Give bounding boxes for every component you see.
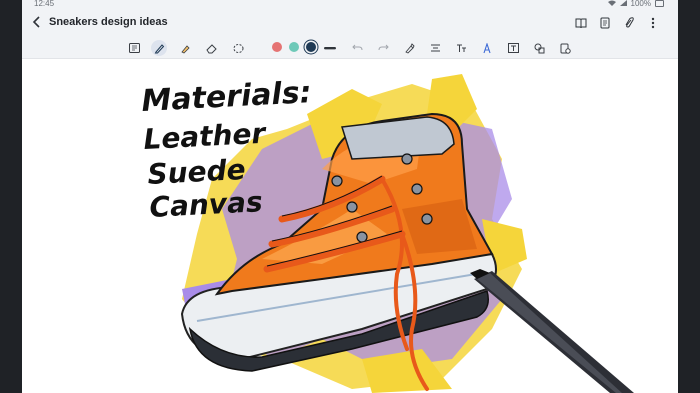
text-style-icon[interactable] bbox=[453, 40, 469, 56]
text-mode-icon[interactable] bbox=[126, 40, 142, 56]
drawing-toolbar bbox=[22, 36, 678, 59]
pen-thickness-icon[interactable] bbox=[322, 40, 338, 56]
app-actions bbox=[574, 16, 660, 30]
color-swatch-coral[interactable] bbox=[272, 42, 282, 52]
tablet-screen: 12:45 100% Sneakers design ideas Materia… bbox=[22, 0, 678, 393]
text-align-icon[interactable] bbox=[427, 40, 443, 56]
wifi-icon bbox=[607, 0, 616, 8]
color-swatch-teal[interactable] bbox=[289, 42, 299, 52]
handwriting-to-text-icon[interactable] bbox=[479, 40, 495, 56]
note-title: Sneakers design ideas bbox=[49, 16, 168, 28]
highlighter-icon[interactable] bbox=[177, 40, 193, 56]
device-bezel-left bbox=[0, 0, 22, 393]
note-line-leather: Leather bbox=[143, 117, 269, 156]
status-bar: 12:45 100% bbox=[22, 0, 678, 10]
eraser-icon[interactable] bbox=[203, 40, 219, 56]
shapes-icon[interactable] bbox=[531, 40, 547, 56]
page-settings-icon[interactable] bbox=[557, 40, 573, 56]
app-bar: Sneakers design ideas bbox=[22, 10, 678, 36]
note-line-canvas: Canvas bbox=[149, 185, 264, 224]
page-list-icon[interactable] bbox=[598, 16, 612, 30]
color-swatch-navy[interactable] bbox=[306, 42, 316, 52]
battery-percent: 100% bbox=[630, 0, 651, 8]
status-time: 12:45 bbox=[34, 0, 55, 8]
s-pen-stylus bbox=[470, 269, 634, 393]
redo-icon[interactable] bbox=[375, 40, 391, 56]
signal-icon bbox=[619, 0, 627, 8]
note-line-materials: Materials: bbox=[141, 75, 313, 119]
pen-settings-icon[interactable] bbox=[401, 40, 417, 56]
undo-icon[interactable] bbox=[349, 40, 365, 56]
sneaker-drawing: Materials: Leather Suede Canvas bbox=[141, 74, 634, 393]
back-arrow-icon[interactable] bbox=[30, 15, 44, 29]
attach-icon[interactable] bbox=[622, 16, 636, 30]
lasso-icon[interactable] bbox=[230, 40, 246, 56]
pen-tool-icon[interactable] bbox=[151, 40, 167, 56]
book-view-icon[interactable] bbox=[574, 16, 588, 30]
drawing-canvas[interactable]: Materials: Leather Suede Canvas bbox=[22, 59, 678, 393]
insert-text-icon[interactable] bbox=[505, 40, 521, 56]
device-bezel-right bbox=[678, 0, 700, 393]
status-right: 100% bbox=[607, 0, 664, 8]
more-options-icon[interactable] bbox=[646, 16, 660, 30]
battery-icon bbox=[655, 0, 664, 7]
note-line-suede: Suede bbox=[147, 153, 247, 191]
